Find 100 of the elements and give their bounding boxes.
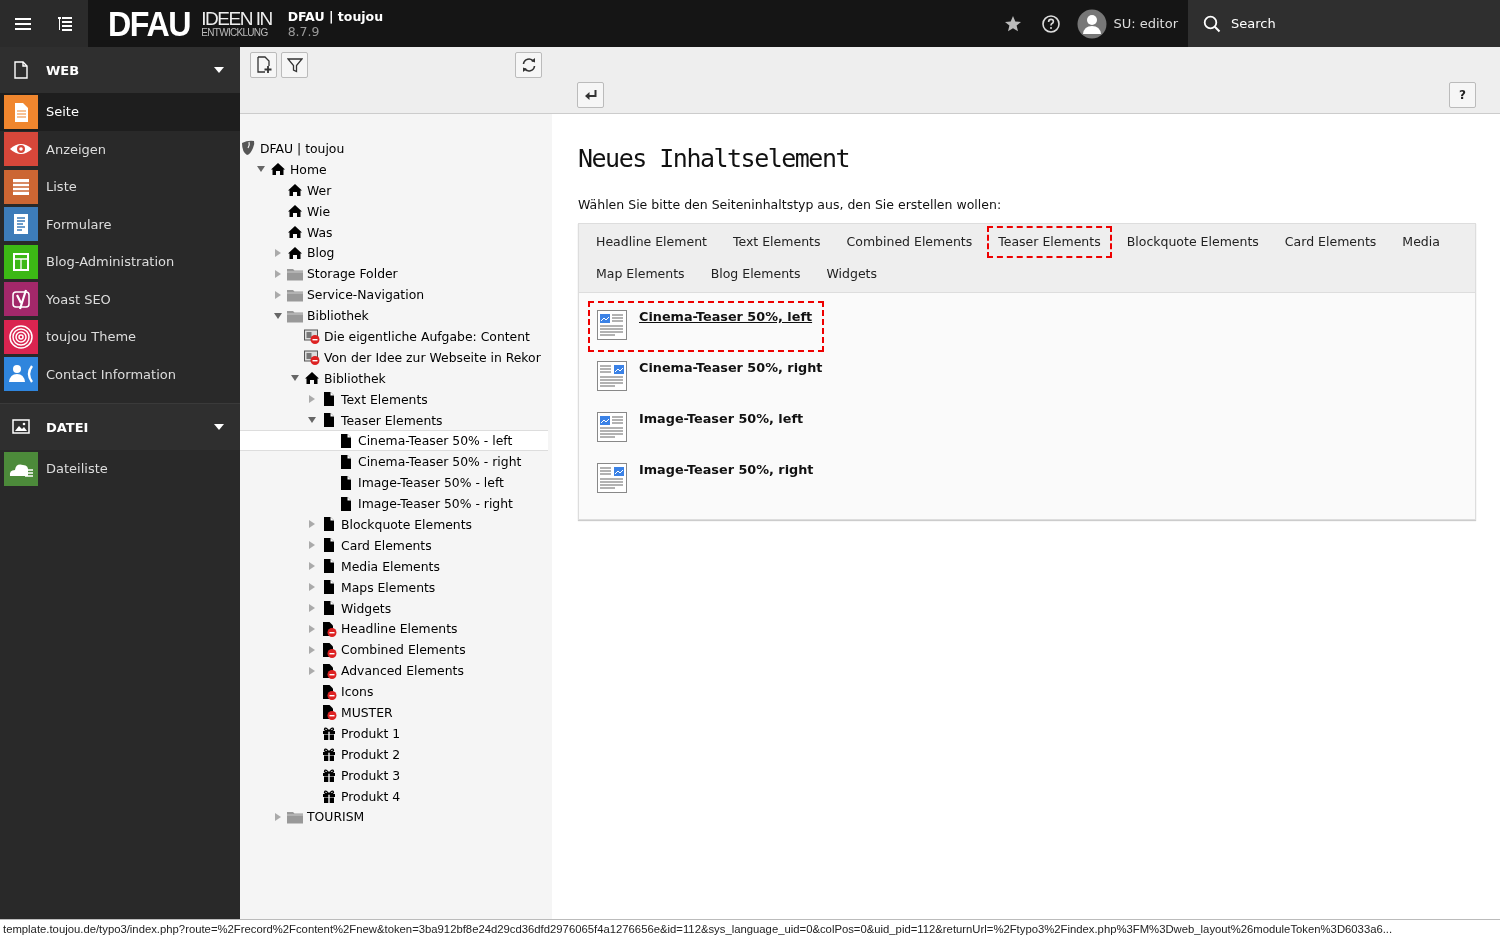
module-group-header[interactable]: WEB xyxy=(0,47,240,93)
tree-row[interactable]: Widgets xyxy=(240,597,552,619)
avatar-icon[interactable] xyxy=(1077,8,1108,39)
module-item[interactable]: Formulare xyxy=(0,205,240,243)
node-label: Produkt 3 xyxy=(341,767,401,783)
tab[interactable]: Teaser Elements xyxy=(987,226,1112,258)
filter-icon xyxy=(286,57,303,73)
node-label: Bibliothek xyxy=(324,370,386,386)
tree-row[interactable]: Cinema-Teaser 50% - left xyxy=(240,430,548,452)
content-type-option[interactable]: Cinema-Teaser 50%, right xyxy=(588,352,835,403)
module-group-header[interactable]: DATEI xyxy=(0,404,240,450)
tree-row[interactable]: Cinema-Teaser 50% - right xyxy=(240,451,552,473)
node-label: Produkt 2 xyxy=(341,746,401,762)
content-type-option[interactable]: Image-Teaser 50%, left xyxy=(588,403,816,454)
image-text-left-icon xyxy=(597,310,627,340)
tree-row[interactable]: Bibliothek xyxy=(240,367,552,389)
tree-row[interactable]: Wie xyxy=(240,200,552,222)
node-label: Image-Teaser 50% - left xyxy=(358,475,504,491)
node-label: Media Elements xyxy=(341,558,440,574)
tree-row[interactable]: TOURISM xyxy=(240,806,552,828)
tree-row[interactable]: Blog xyxy=(240,242,552,264)
tab[interactable]: Blog Elements xyxy=(699,258,812,290)
status-url: template.toujou.de/typo3/index.php?route=%2Frecord%2Fcontent%2Fnew&token=3ba912bf8e24d29cd36dfd2976065f4a1276656e&id=112&sys_language_uid=0&colPos=0&uid_pid=112&returnUrl=%2Ftypo3%2Findex.php%3FM%3Dweb_layout%26moduleToken%3D6033a6... xyxy=(2,923,1393,935)
module-item[interactable]: Blog-Administration xyxy=(0,243,240,281)
tab[interactable]: Media xyxy=(1391,226,1451,258)
node-label: Card Elements xyxy=(341,537,432,553)
module-item[interactable]: Dateiliste xyxy=(0,450,240,488)
tree-row[interactable]: Storage Folder xyxy=(240,263,552,285)
tree-row[interactable]: Media Elements xyxy=(240,555,552,577)
tree-row[interactable]: Die eigentliche Aufgabe: Content xyxy=(240,326,552,347)
gift-icon xyxy=(321,788,337,805)
tree-row[interactable]: Teaser Elements xyxy=(240,409,552,431)
node-label: Von der Idee zur Webseite in Rekor xyxy=(324,349,541,365)
tree-row[interactable]: Image-Teaser 50% - left xyxy=(240,472,552,494)
module-item[interactable]: Yoast SEO xyxy=(0,280,240,318)
tree-row[interactable]: Produkt 2 xyxy=(240,743,552,765)
tree-row[interactable]: Advanced Elements xyxy=(240,660,552,682)
node-label: Home xyxy=(290,161,327,177)
tree-row[interactable]: Card Elements xyxy=(240,534,552,556)
node-label: Cinema-Teaser 50% - left xyxy=(358,433,513,449)
tree-row[interactable]: Produkt 3 xyxy=(240,764,552,786)
tree-row[interactable]: Maps Elements xyxy=(240,576,552,598)
search-button[interactable]: Search xyxy=(1188,0,1500,47)
tree-row[interactable]: Blockquote Elements xyxy=(240,514,552,535)
tree-row[interactable]: Image-Teaser 50% - right xyxy=(240,493,552,515)
node-label: Blockquote Elements xyxy=(341,516,472,532)
gift-icon xyxy=(321,746,337,763)
new-page-button[interactable] xyxy=(250,52,277,78)
home-icon xyxy=(287,182,303,199)
refresh-button[interactable] xyxy=(515,52,542,78)
tree-row[interactable]: Icons xyxy=(240,681,552,703)
tab[interactable]: Text Elements xyxy=(721,226,832,258)
tab[interactable]: Blockquote Elements xyxy=(1115,226,1270,258)
tab[interactable]: Card Elements xyxy=(1273,226,1388,258)
tree-row[interactable]: Text Elements xyxy=(240,388,552,410)
logo-text: ENTWICKLUNG xyxy=(201,28,269,38)
tab[interactable]: Widgets xyxy=(815,258,889,290)
node-label: Image-Teaser 50% - right xyxy=(358,496,513,512)
module-item[interactable]: Contact Information xyxy=(0,355,240,393)
tree-row[interactable]: Wer xyxy=(240,179,552,201)
content-type-option[interactable]: Cinema-Teaser 50%, left xyxy=(588,301,825,352)
home-icon xyxy=(270,161,286,178)
tree-row[interactable]: Bibliothek xyxy=(240,305,552,326)
node-label: Headline Elements xyxy=(341,621,458,637)
tree-row[interactable]: MUSTER xyxy=(240,702,552,723)
hidden-page-icon xyxy=(321,620,337,637)
page-icon xyxy=(321,391,337,408)
tree-row[interactable]: Produkt 1 xyxy=(240,722,552,744)
tree-row[interactable]: Was xyxy=(240,221,552,243)
text-image-right-icon xyxy=(597,463,627,493)
module-item[interactable]: Liste xyxy=(0,168,240,206)
tree-row[interactable]: Headline Elements xyxy=(240,618,552,640)
back-button[interactable] xyxy=(577,82,604,108)
tab[interactable]: Combined Elements xyxy=(835,226,984,258)
tab[interactable]: Map Elements xyxy=(585,258,696,290)
tree-row[interactable]: DFAU | toujou xyxy=(240,138,552,159)
hidden-content-icon xyxy=(304,349,320,366)
hidden-content-icon xyxy=(304,328,320,345)
tree-row[interactable]: Combined Elements xyxy=(240,639,552,661)
refresh-icon xyxy=(520,57,537,73)
module-item[interactable]: Anzeigen xyxy=(0,130,240,168)
version-number: 8.7.9 xyxy=(287,23,321,39)
node-label: Advanced Elements xyxy=(341,663,464,679)
tree-row[interactable]: Produkt 4 xyxy=(240,785,552,807)
filter-button[interactable] xyxy=(281,52,308,78)
page-icon xyxy=(12,61,30,79)
module-item[interactable]: Seite xyxy=(0,93,240,131)
help-button[interactable]: ? xyxy=(1449,82,1476,108)
tree-row[interactable]: Service-Navigation xyxy=(240,284,552,306)
tab[interactable]: Headline Element xyxy=(585,226,718,258)
node-label: Bibliothek xyxy=(307,308,369,324)
intro-text: Wählen Sie bitte den Seiteninhaltstyp aus, den Sie erstellen wollen: xyxy=(578,197,1003,212)
home-icon xyxy=(287,244,303,261)
node-label: Teaser Elements xyxy=(341,412,443,428)
module-item[interactable]: toujou Theme xyxy=(0,318,240,356)
content-type-option[interactable]: Image-Teaser 50%, right xyxy=(588,454,826,505)
tree-row[interactable]: Home xyxy=(240,158,552,180)
search-icon xyxy=(1203,14,1221,33)
tree-row[interactable]: Von der Idee zur Webseite in Rekor xyxy=(240,346,552,368)
user-name[interactable]: SU: editor xyxy=(1113,16,1178,31)
